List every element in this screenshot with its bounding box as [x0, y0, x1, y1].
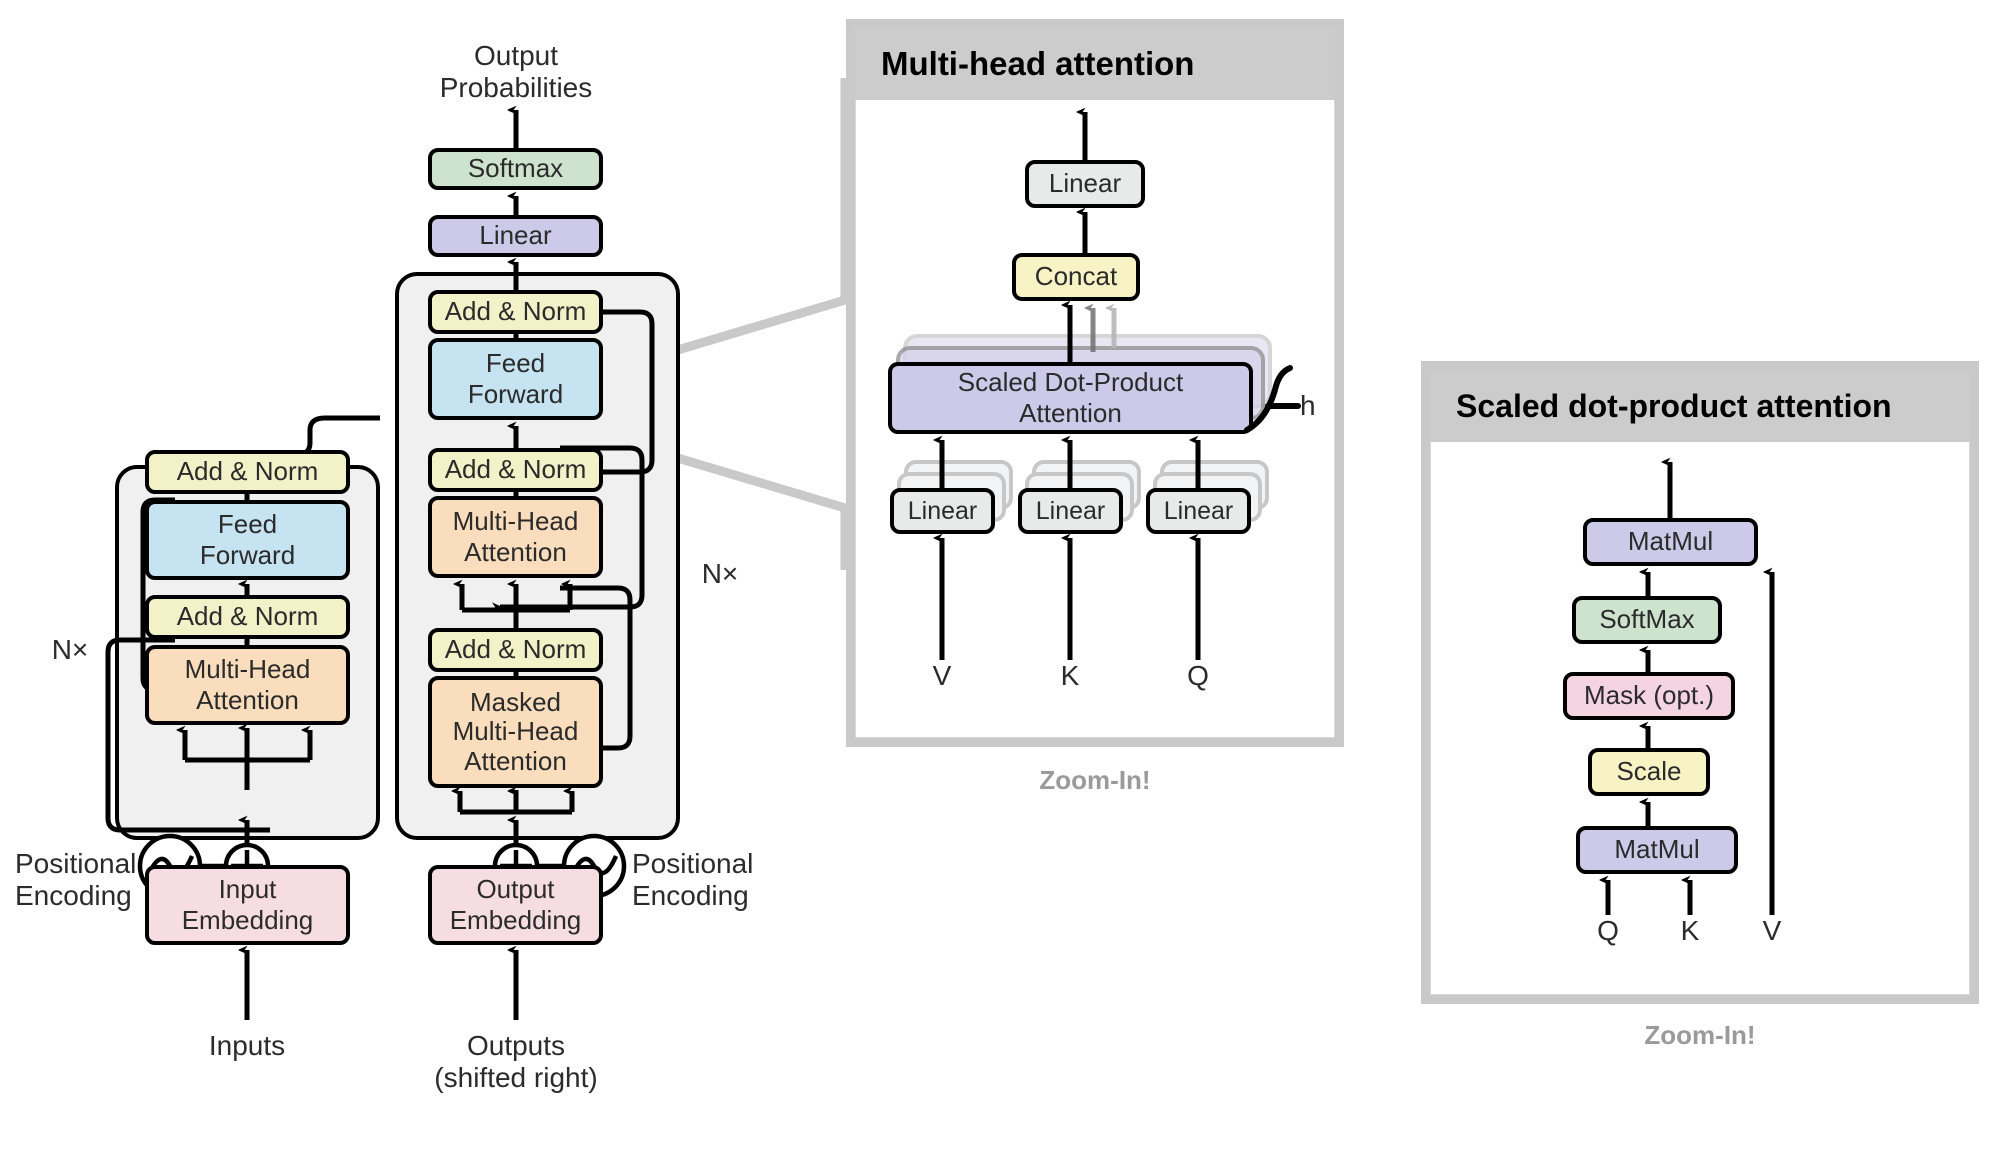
encoder-feed-forward[interactable]: Feed Forward	[145, 500, 350, 580]
transformer-diagram: Add & Norm Feed Forward Add & Norm Multi…	[0, 0, 1999, 1151]
decoder-add-norm-bottom-label: Add & Norm	[444, 634, 587, 665]
multi-head-attention-panel-title: Multi-head attention	[855, 28, 1335, 100]
outputs-label: Outputs (shifted right)	[434, 1030, 598, 1094]
decoder-multi-head-attention-label: Multi-Head Attention	[452, 506, 579, 567]
decoder-linear-label: Linear	[479, 220, 552, 251]
mha-linear-v-label: Linear	[907, 497, 978, 525]
decoder-multi-head-attention[interactable]: Multi-Head Attention	[428, 496, 603, 578]
encoder-multi-head-attention-label: Multi-Head Attention	[184, 654, 311, 715]
input-embedding[interactable]: Input Embedding	[145, 865, 350, 945]
mha-linear-k[interactable]: Linear	[1018, 488, 1123, 534]
decoder-softmax[interactable]: Softmax	[428, 148, 603, 190]
mha-linear-v[interactable]: Linear	[890, 488, 995, 534]
sdp-matmul-bottom[interactable]: MatMul	[1576, 826, 1738, 874]
decoder-masked-multi-head-attention[interactable]: Masked Multi-Head Attention	[428, 676, 603, 788]
mha-input-v-label: V	[932, 660, 952, 691]
positional-encoding-left-label: Positional Encoding	[15, 848, 137, 912]
positional-encoding-right-label: Positional Encoding	[632, 848, 754, 912]
encoder-add-norm-top[interactable]: Add & Norm	[145, 450, 350, 494]
mha-linear-k-label: Linear	[1035, 497, 1106, 525]
mha-linear-output-label: Linear	[1048, 168, 1122, 199]
encoder-add-norm-bottom[interactable]: Add & Norm	[145, 595, 350, 639]
encoder-feed-forward-label: Feed Forward	[199, 509, 296, 570]
mha-input-q-label: Q	[1187, 660, 1209, 691]
sdp-scale[interactable]: Scale	[1588, 748, 1710, 796]
sdp-scale-label: Scale	[1616, 756, 1682, 787]
input-embedding-label: Input Embedding	[181, 874, 314, 935]
decoder-feed-forward-label: Feed Forward	[467, 348, 564, 409]
decoder-add-norm-mid-label: Add & Norm	[444, 454, 587, 485]
sdp-input-q-label: Q	[1597, 915, 1619, 946]
sdp-input-v-label: V	[1762, 915, 1782, 946]
mha-heads-count-label: h	[1300, 390, 1316, 421]
mha-scaled-dot-product-label: Scaled Dot-Product Attention	[957, 367, 1184, 428]
encoder-multi-head-attention[interactable]: Multi-Head Attention	[145, 645, 350, 725]
sdp-matmul-top-label: MatMul	[1627, 526, 1714, 557]
encoder-add-norm-bottom-label: Add & Norm	[176, 601, 319, 632]
output-embedding[interactable]: Output Embedding	[428, 865, 603, 945]
mha-scaled-dot-product-attention[interactable]: Scaled Dot-Product Attention	[888, 362, 1253, 434]
decoder-add-norm-bottom[interactable]: Add & Norm	[428, 628, 603, 672]
sdp-mask[interactable]: Mask (opt.)	[1563, 672, 1735, 720]
sdp-softmax[interactable]: SoftMax	[1572, 596, 1722, 644]
encoder-add-norm-top-label: Add & Norm	[176, 456, 319, 487]
inputs-label: Inputs	[208, 1030, 286, 1061]
output-embedding-label: Output Embedding	[449, 874, 582, 935]
nx-decoder-label: N×	[701, 558, 739, 589]
decoder-add-norm-mid[interactable]: Add & Norm	[428, 448, 603, 492]
sdp-input-k-label: K	[1680, 915, 1700, 946]
decoder-softmax-label: Softmax	[467, 153, 564, 184]
scaled-dot-product-panel-title: Scaled dot-product attention	[1430, 370, 1970, 442]
mha-concat-label: Concat	[1034, 261, 1118, 292]
nx-encoder-label: N×	[51, 634, 89, 665]
output-probabilities-label: Output Probabilities	[439, 40, 593, 104]
decoder-masked-multi-head-attention-label: Masked Multi-Head Attention	[452, 687, 579, 776]
sdp-zoom-in-caption: Zoom-In!	[1644, 1020, 1756, 1050]
scaled-dot-product-title-label: Scaled dot-product attention	[1456, 387, 1892, 424]
sdp-matmul-bottom-label: MatMul	[1614, 834, 1700, 865]
mha-linear-q[interactable]: Linear	[1146, 488, 1251, 534]
decoder-feed-forward[interactable]: Feed Forward	[428, 338, 603, 420]
decoder-linear[interactable]: Linear	[428, 215, 603, 257]
sdp-softmax-label: SoftMax	[1599, 604, 1695, 635]
mha-concat[interactable]: Concat	[1012, 253, 1140, 301]
sdp-matmul-top[interactable]: MatMul	[1583, 518, 1758, 566]
decoder-add-norm-top-label: Add & Norm	[444, 296, 587, 327]
mha-input-k-label: K	[1060, 660, 1080, 691]
mha-zoom-in-caption: Zoom-In!	[1039, 765, 1151, 795]
multi-head-attention-title-label: Multi-head attention	[881, 45, 1195, 82]
mha-linear-q-label: Linear	[1163, 497, 1234, 525]
decoder-add-norm-top[interactable]: Add & Norm	[428, 290, 603, 334]
mha-linear-output[interactable]: Linear	[1025, 160, 1145, 208]
sdp-mask-label: Mask (opt.)	[1583, 680, 1715, 711]
